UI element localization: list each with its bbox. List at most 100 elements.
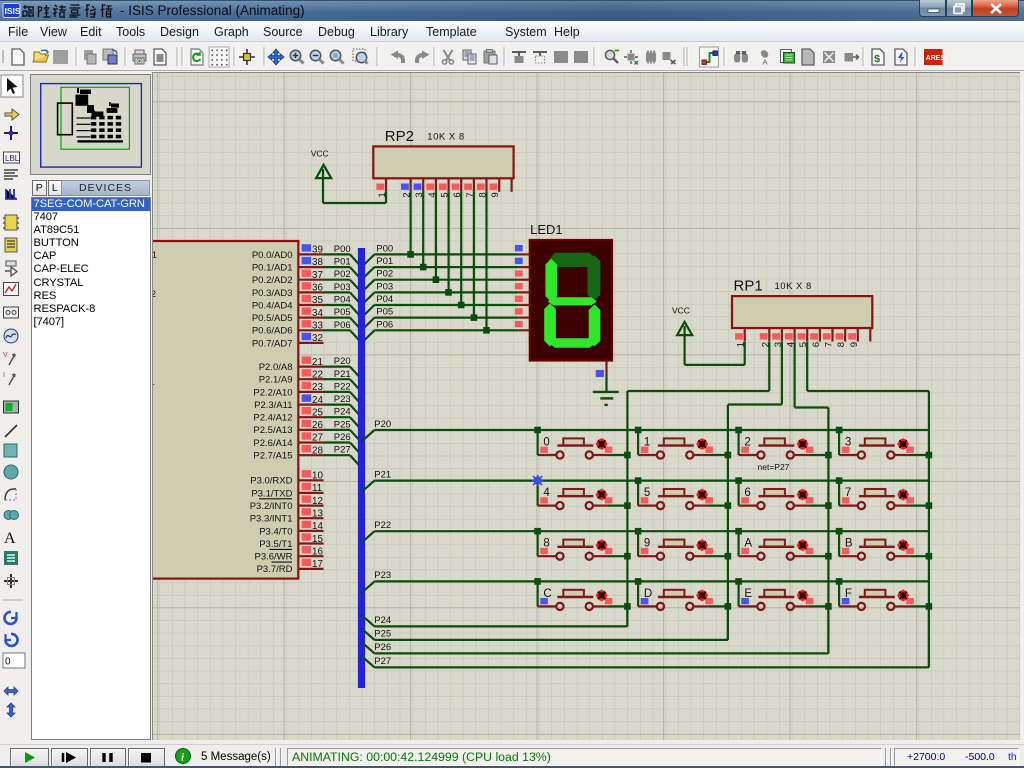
svg-text:P0.3/AD3: P0.3/AD3	[252, 288, 293, 299]
svg-text:34: 34	[312, 308, 323, 319]
svg-text:P26: P26	[334, 432, 351, 443]
svg-text:P0.7/AD7: P0.7/AD7	[252, 338, 293, 349]
svg-text:P00: P00	[376, 243, 393, 254]
svg-text:P2.1/A9: P2.1/A9	[259, 375, 293, 386]
svg-text:P2.7/A15: P2.7/A15	[253, 451, 292, 462]
svg-text:$: $	[874, 53, 880, 65]
svg-text:14: 14	[312, 521, 323, 532]
svg-text:P03: P03	[334, 282, 351, 293]
svg-text:RP1: RP1	[734, 278, 763, 295]
svg-text:P06: P06	[376, 319, 393, 330]
svg-text:P23: P23	[334, 394, 351, 405]
svg-text:P05: P05	[376, 307, 393, 318]
svg-text:P3.7/RD: P3.7/RD	[257, 564, 293, 575]
svg-text:A: A	[4, 530, 16, 547]
svg-text:2: 2	[153, 289, 156, 300]
svg-text:net=P27: net=P27	[758, 462, 790, 472]
svg-text:P05: P05	[334, 307, 351, 318]
svg-text:P04: P04	[334, 295, 351, 306]
svg-text:P3.0/RXD: P3.0/RXD	[250, 476, 292, 487]
svg-text:9: 9	[490, 192, 501, 197]
svg-text:P25: P25	[374, 629, 391, 640]
svg-text:26: 26	[312, 420, 323, 431]
svg-text:P25: P25	[334, 419, 351, 430]
svg-text:8: 8	[836, 342, 847, 347]
svg-text:P2.5/A13: P2.5/A13	[253, 425, 292, 436]
svg-text:P2.4/A12: P2.4/A12	[253, 413, 292, 424]
svg-text:36: 36	[312, 283, 323, 294]
svg-text:P3.4/T0: P3.4/T0	[259, 526, 292, 537]
svg-text:10K X 8: 10K X 8	[427, 131, 464, 142]
svg-text:P21: P21	[374, 469, 391, 480]
svg-text:V: V	[3, 352, 8, 359]
svg-text:P02: P02	[376, 269, 393, 280]
svg-text:38: 38	[312, 257, 323, 268]
svg-text:P3.6/WR: P3.6/WR	[254, 552, 292, 563]
svg-text:LED1: LED1	[530, 222, 563, 237]
svg-text:A: A	[763, 58, 768, 67]
svg-text:37: 37	[312, 270, 323, 281]
svg-text:7: 7	[824, 342, 835, 347]
svg-text:35: 35	[312, 295, 323, 306]
svg-text:22: 22	[312, 369, 323, 380]
svg-text:27: 27	[312, 433, 323, 444]
svg-text:17: 17	[312, 559, 323, 570]
svg-text:1: 1	[153, 250, 157, 261]
svg-text:32: 32	[312, 333, 323, 344]
svg-text:P2.3/A11: P2.3/A11	[254, 400, 292, 411]
svg-text:24: 24	[312, 395, 323, 406]
svg-text:P0.1/AD1: P0.1/AD1	[252, 262, 293, 273]
svg-text:P0.5/AD5: P0.5/AD5	[252, 313, 293, 324]
svg-text:P0.4/AD4: P0.4/AD4	[252, 300, 293, 311]
svg-text:P2.0/A8: P2.0/A8	[259, 362, 293, 373]
svg-text:P20: P20	[374, 419, 391, 430]
svg-text:16: 16	[312, 546, 323, 557]
svg-text:VCC: VCC	[311, 149, 329, 159]
svg-text:0: 0	[5, 657, 11, 668]
svg-text:P20: P20	[334, 356, 351, 367]
svg-text:P22: P22	[334, 381, 351, 392]
svg-text:P21: P21	[334, 369, 351, 380]
svg-text:ISIS: ISIS	[5, 6, 21, 16]
svg-text:P0.2/AD2: P0.2/AD2	[252, 275, 293, 286]
svg-text:6: 6	[811, 342, 822, 347]
svg-text:P06: P06	[334, 320, 351, 331]
svg-text:P2.2/A10: P2.2/A10	[253, 387, 292, 398]
svg-text:RP2: RP2	[385, 128, 414, 145]
svg-text:P24: P24	[374, 615, 391, 626]
svg-text:P26: P26	[374, 642, 391, 653]
svg-text:P23: P23	[374, 570, 391, 581]
svg-text:15: 15	[312, 534, 323, 545]
svg-text:25: 25	[312, 407, 323, 418]
svg-text:P0.0/AD0: P0.0/AD0	[252, 250, 293, 261]
svg-text:P3.5/T1: P3.5/T1	[259, 539, 292, 550]
svg-text:11: 11	[312, 483, 322, 494]
svg-text:9: 9	[849, 342, 860, 347]
svg-text:28: 28	[312, 445, 323, 456]
svg-text:P3.1/TXD: P3.1/TXD	[251, 488, 292, 499]
svg-text:P02: P02	[334, 269, 351, 280]
svg-text:P00: P00	[334, 244, 351, 255]
svg-text:P3.2/INT0: P3.2/INT0	[250, 501, 293, 512]
svg-text:LBL: LBL	[5, 154, 20, 163]
svg-text:- ISIS Professional (Animating: - ISIS Professional (Animating)	[120, 3, 305, 18]
svg-text:ARES: ARES	[926, 55, 946, 62]
svg-text:21: 21	[312, 357, 323, 368]
svg-text:23: 23	[312, 382, 323, 393]
svg-text:12: 12	[312, 496, 323, 507]
svg-text:P3.3/INT1: P3.3/INT1	[250, 514, 293, 525]
svg-text:P27: P27	[374, 656, 391, 667]
svg-text:I: I	[3, 372, 5, 379]
svg-text:13: 13	[312, 509, 323, 520]
svg-text:P01: P01	[334, 257, 351, 268]
svg-text:.: .	[153, 377, 155, 388]
svg-text:P27: P27	[334, 445, 351, 456]
svg-text:P03: P03	[376, 281, 393, 292]
svg-text:P01: P01	[376, 256, 393, 267]
svg-text:39: 39	[312, 245, 323, 256]
svg-text:P2.6/A14: P2.6/A14	[253, 438, 292, 449]
svg-text:10: 10	[312, 471, 323, 482]
svg-text:P04: P04	[376, 294, 393, 305]
svg-text:33: 33	[312, 321, 323, 332]
svg-text:VCC: VCC	[672, 306, 690, 316]
